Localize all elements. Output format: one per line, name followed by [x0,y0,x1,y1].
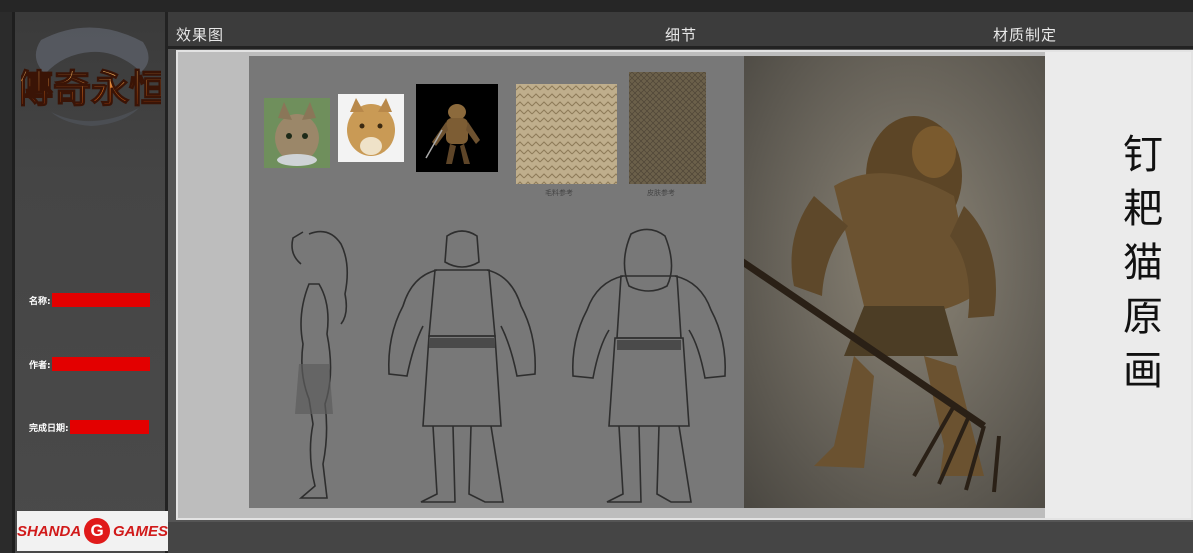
skin-texture-swatch [629,72,706,184]
front-view-sketch [387,230,537,503]
title-char-5: 画 [1123,348,1163,394]
date-redacted-value [69,420,149,434]
side-view-sketch [291,230,349,499]
tab-bar: 效果图 细节 材质制定 [168,12,1193,46]
catman-with-rake-illustration [744,116,1001,493]
title-char-3: 猫 [1123,240,1163,286]
model-reference-image [416,84,498,172]
name-label: 名称: [29,296,51,307]
bottom-bar [168,522,1193,553]
concept-sheet: 毛料参考 皮肤参考 [249,56,744,508]
fur-texture-caption: 毛料参考 [545,189,573,197]
title-char-1: 钉 [1123,132,1163,178]
wildcat-reference-image [264,98,330,168]
author-label: 作者: [29,360,51,371]
author-redacted-value [51,357,150,371]
author-field: 作者: [29,357,150,371]
tab-effect[interactable]: 效果图 [176,24,224,45]
title-char-2: 耙 [1123,186,1163,232]
tab-detail[interactable]: 细节 [665,24,697,45]
vertical-title: 钉 耙 猫 原 画 [1118,128,1168,398]
name-redacted-value [51,293,150,307]
shanda-games-logo: SHANDA G GAMES [17,511,168,551]
shanda-g-icon: G [84,518,110,544]
back-view-sketch [571,228,727,503]
cougar-reference-image [338,94,404,162]
skin-texture-caption: 皮肤参考 [647,189,675,197]
character-painting [744,56,1045,508]
window-top-strip [0,0,1193,12]
date-field: 完成日期: [29,420,149,434]
title-char-4: 原 [1123,294,1163,340]
tab-material[interactable]: 材质制定 [993,24,1057,45]
game-logo: 傳奇永恒 [21,27,161,126]
svg-text:傳奇永恒: 傳奇永恒 [21,66,161,111]
date-label: 完成日期: [29,423,69,434]
sidebar: 傳奇永恒 名称: 作者: 完成日期: SHANDA G GAMES [12,12,168,553]
fur-texture-swatch [516,84,617,184]
name-field: 名称: [29,293,150,307]
